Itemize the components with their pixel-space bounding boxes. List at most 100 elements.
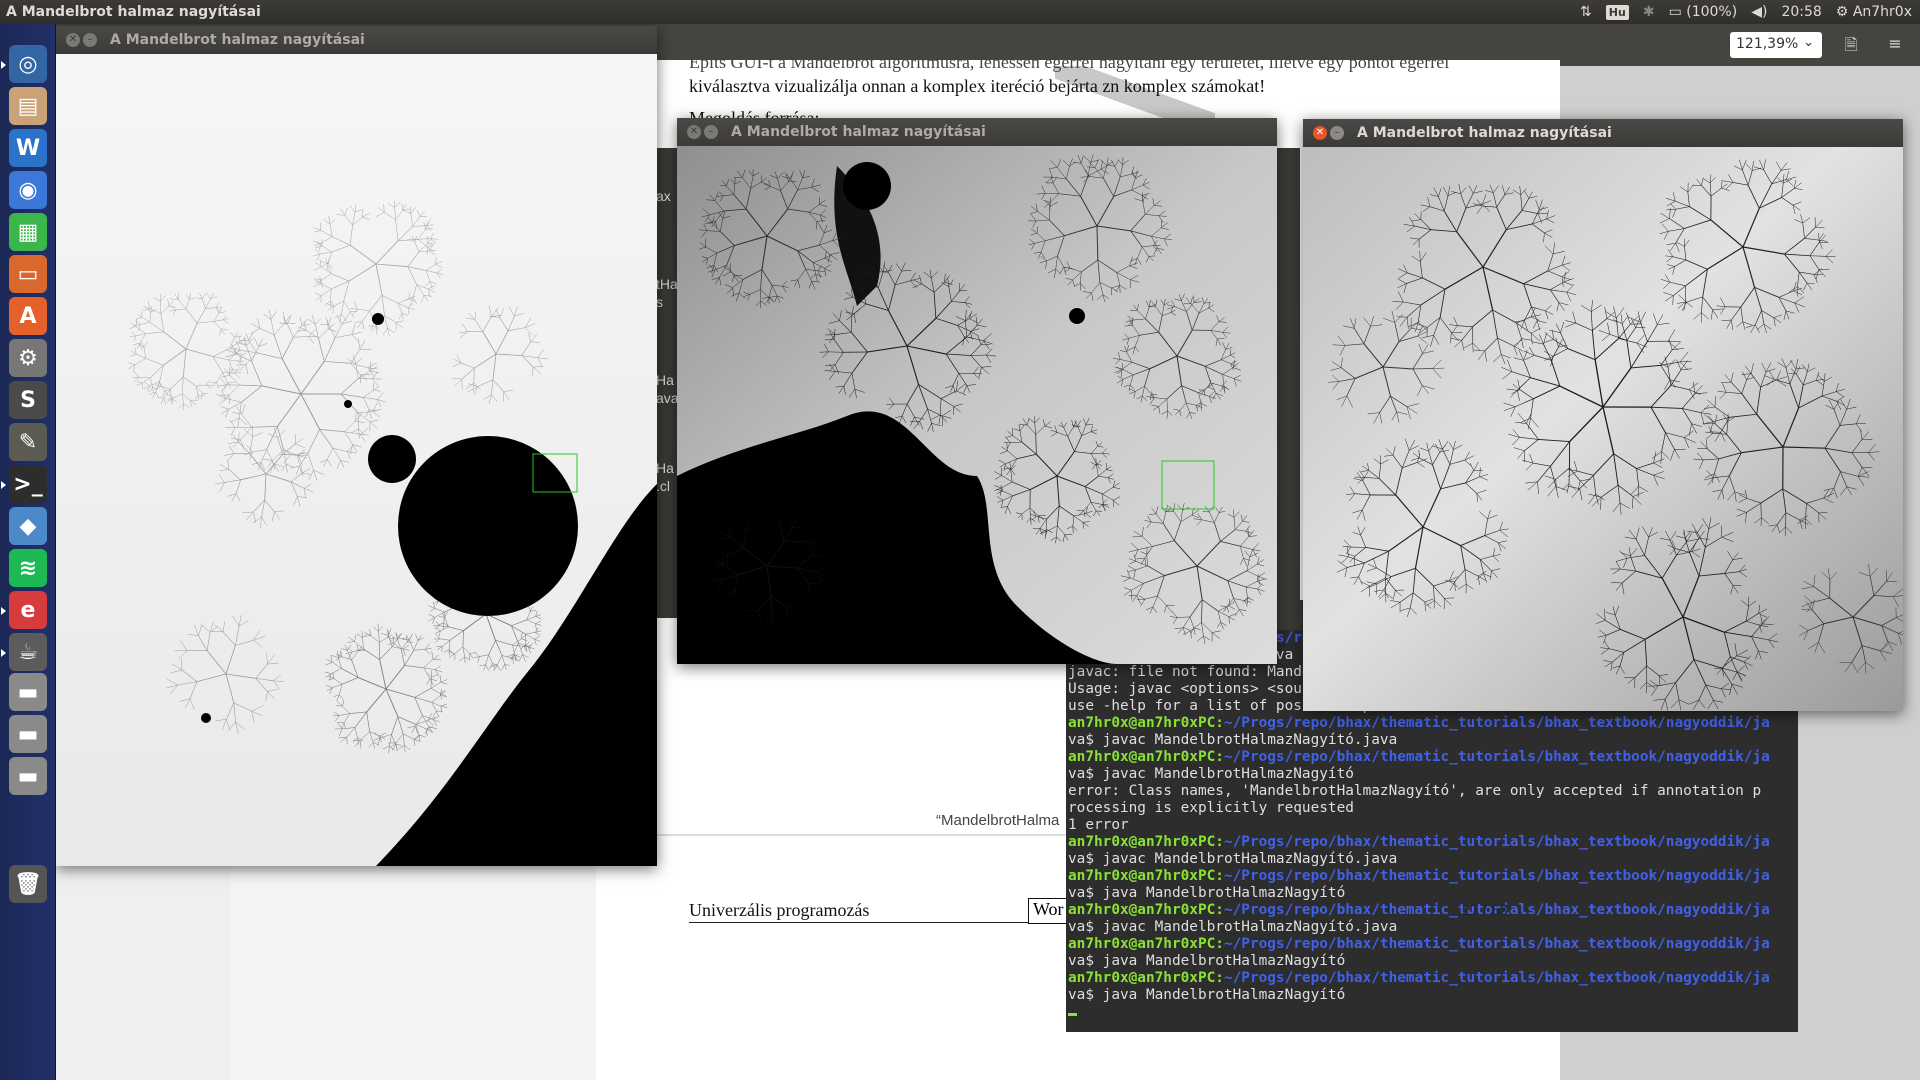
mandelbrot-canvas[interactable] <box>677 146 1277 664</box>
close-button[interactable]: ✕ <box>687 125 701 139</box>
minimize-button[interactable]: – <box>83 33 97 47</box>
running-indicator <box>1 649 6 657</box>
active-app-title: A Mandelbrot halmaz nagyításai <box>6 4 261 20</box>
terminal-command: va$ java MandelbrotHalmazNagyító <box>1068 885 1346 901</box>
battery-icon: ▭ <box>1668 4 1682 20</box>
window-title: A Mandelbrot halmaz nagyításai <box>731 124 986 140</box>
mandelbrot-canvas[interactable] <box>56 54 657 866</box>
mandelbrot-window-2[interactable]: A Mandelbrot halmaz nagyításai ✕ – <box>677 118 1277 664</box>
window-title: A Mandelbrot halmaz nagyításai <box>110 32 365 48</box>
chromium-icon: ◉ <box>9 171 47 209</box>
launcher-drive-3[interactable]: ▬ <box>6 754 50 798</box>
launcher-system-settings[interactable]: ⚙ <box>6 336 50 380</box>
terminal-line: an7hr0x@an7hr0xPC:~/Progs/repo/bhax/them… <box>1068 970 1798 987</box>
launcher: ◎ ▤ W ◉ ▦ ▭ A ⚙ S ✎ >_ ◆ ≋ e ☕ ▬ ▬ ▬ 🗑 <box>0 24 56 1080</box>
terminal-output-line: rocessing is explicitly requested <box>1068 800 1354 816</box>
running-indicator <box>1 481 6 489</box>
terminal-output-line: 1 error <box>1068 817 1129 833</box>
bluetooth-icon[interactable]: ✱ <box>1643 4 1655 20</box>
close-button[interactable]: ✕ <box>1313 126 1327 140</box>
terminal-prompt-user: an7hr0x@an7hr0xPC: <box>1068 834 1224 850</box>
launcher-terminal[interactable]: >_ <box>1 462 50 506</box>
terminal-line: an7hr0x@an7hr0xPC:~/Progs/repo/bhax/them… <box>1068 749 1798 766</box>
window-titlebar[interactable]: A Mandelbrot halmaz nagyításai <box>677 118 1277 146</box>
mandelbrot-image-2 <box>677 146 1277 664</box>
terminal-prompt-user: an7hr0x@an7hr0xPC: <box>1068 868 1224 884</box>
background-window-text: s <box>656 294 663 310</box>
pdf-paragraph-line: Építs GUI-t a Mandelbrot algoritmusra, l… <box>689 52 1450 72</box>
keyboard-layout-indicator[interactable]: Hu <box>1605 4 1629 20</box>
launcher-chromium[interactable]: ◉ <box>6 168 50 212</box>
launcher-files[interactable]: ▤ <box>6 84 50 128</box>
running-indicator <box>1 61 6 69</box>
launcher-dash-home[interactable]: ◎ <box>1 42 50 86</box>
minimize-button[interactable]: – <box>704 125 718 139</box>
launcher-virtual-box[interactable]: ◆ <box>6 504 50 548</box>
terminal-prompt-path: ~/Progs/repo/bhax/thematic_tutorials/bha… <box>1223 834 1770 850</box>
dash-home-icon: ◎ <box>9 45 47 83</box>
battery-indicator[interactable]: ▭ (100%) <box>1669 4 1738 20</box>
launcher-drive-2[interactable]: ▬ <box>6 712 50 756</box>
terminal-prompt-user: an7hr0x@an7hr0xPC: <box>1068 970 1224 986</box>
volume-icon[interactable]: ◀) <box>1751 4 1767 20</box>
launcher-gimp[interactable]: ✎ <box>6 420 50 464</box>
background-window-text: ax <box>656 188 671 204</box>
launcher-evince[interactable]: e <box>1 588 50 632</box>
terminal-prompt-path: ~/Progs/repo/bhax/thematic_tutorials/bha… <box>1223 868 1770 884</box>
launcher-impress[interactable]: ▭ <box>6 252 50 296</box>
terminal-cursor <box>1068 1013 1077 1016</box>
clock[interactable]: 20:58 <box>1781 4 1821 20</box>
terminal-prompt-user: an7hr0x@an7hr0xPC: <box>1068 902 1224 918</box>
network-updown-icon[interactable]: ⇅ <box>1580 4 1592 20</box>
system-settings-icon: ⚙ <box>9 339 47 377</box>
top-panel: A Mandelbrot halmaz nagyításai ⇅ Hu ✱ ▭ … <box>0 0 1920 24</box>
mandelbrot-image-3 <box>1303 147 1903 711</box>
document-properties-icon[interactable]: 🗎 <box>1840 34 1862 56</box>
pdf-footer-box: Wor <box>1028 898 1068 924</box>
background-window-text: ava <box>656 390 679 406</box>
close-button[interactable]: ✕ <box>66 33 80 47</box>
terminal-prompt-path: ~/Progs/repo/bhax/thematic_tutorials/bha… <box>1223 970 1770 986</box>
background-window-text: .cl <box>656 478 670 494</box>
terminal-prompt-user: an7hr0x@an7hr0xPC: <box>1068 749 1224 765</box>
drive-2-icon: ▬ <box>9 715 47 753</box>
launcher-trash[interactable]: 🗑 <box>6 862 50 906</box>
terminal-prompt-user: an7hr0x@an7hr0xPC: <box>1068 715 1224 731</box>
minimize-button[interactable]: – <box>1330 126 1344 140</box>
mandelbrot-image-1 <box>56 54 657 866</box>
launcher-drive-1[interactable]: ▬ <box>6 670 50 714</box>
terminal-prompt-path: ~/Progs/repo/bhax/thematic_tutorials/bha… <box>1223 749 1770 765</box>
terminal-line: an7hr0x@an7hr0xPC:~/Progs/repo/bhax/them… <box>1068 834 1798 851</box>
page-number-indicator: 27 / 53 <box>1462 902 1508 919</box>
user-name: An7hr0x <box>1852 4 1912 20</box>
pdf-figure-caption: “MandelbrotHalma <box>936 812 1060 829</box>
spotify-icon: ≋ <box>9 549 47 587</box>
session-menu[interactable]: ⚙ An7hr0x <box>1836 4 1912 20</box>
calc-icon: ▦ <box>9 213 47 251</box>
zoom-value: 121,39% <box>1736 36 1799 52</box>
zoom-select[interactable]: 121,39% ⌄ <box>1730 32 1822 58</box>
terminal-command: va$ java MandelbrotHalmazNagyító <box>1068 953 1346 969</box>
mandelbrot-window-1[interactable]: A Mandelbrot halmaz nagyításai ✕ – <box>56 26 657 866</box>
launcher-spotify[interactable]: ≋ <box>6 546 50 590</box>
terminal-command: va$ java MandelbrotHalmazNagyító <box>1068 987 1346 1003</box>
launcher-software-center[interactable]: A <box>6 294 50 338</box>
mandelbrot-canvas[interactable] <box>1303 147 1903 711</box>
terminal-prompt-path: ~/Progs/repo/bhax/thematic_tutorials/bha… <box>1223 715 1770 731</box>
drive-1-icon: ▬ <box>9 673 47 711</box>
system-tray: ⇅ Hu ✱ ▭ (100%) ◀) 20:58 ⚙ An7hr0x <box>1580 4 1920 20</box>
mandelbrot-window-3[interactable]: A Mandelbrot halmaz nagyításai ✕ – <box>1303 119 1903 711</box>
window-titlebar[interactable]: A Mandelbrot halmaz nagyításai <box>56 26 657 54</box>
menu-icon[interactable]: ≡ <box>1884 34 1906 56</box>
java-icon: ☕ <box>9 633 47 671</box>
terminal-line: an7hr0x@an7hr0xPC:~/Progs/repo/bhax/them… <box>1068 868 1798 885</box>
window-titlebar[interactable]: A Mandelbrot halmaz nagyításai <box>1303 119 1903 147</box>
launcher-writer[interactable]: W <box>6 126 50 170</box>
launcher-java[interactable]: ☕ <box>1 630 50 674</box>
chevron-down-icon: ⌄ <box>1803 35 1814 50</box>
terminal-line: an7hr0x@an7hr0xPC:~/Progs/repo/bhax/them… <box>1068 936 1798 953</box>
launcher-sublime-text[interactable]: S <box>6 378 50 422</box>
evince-icon: e <box>9 591 47 629</box>
launcher-calc[interactable]: ▦ <box>6 210 50 254</box>
terminal-command: va$ javac MandelbrotHalmazNagyító.java <box>1068 851 1398 867</box>
